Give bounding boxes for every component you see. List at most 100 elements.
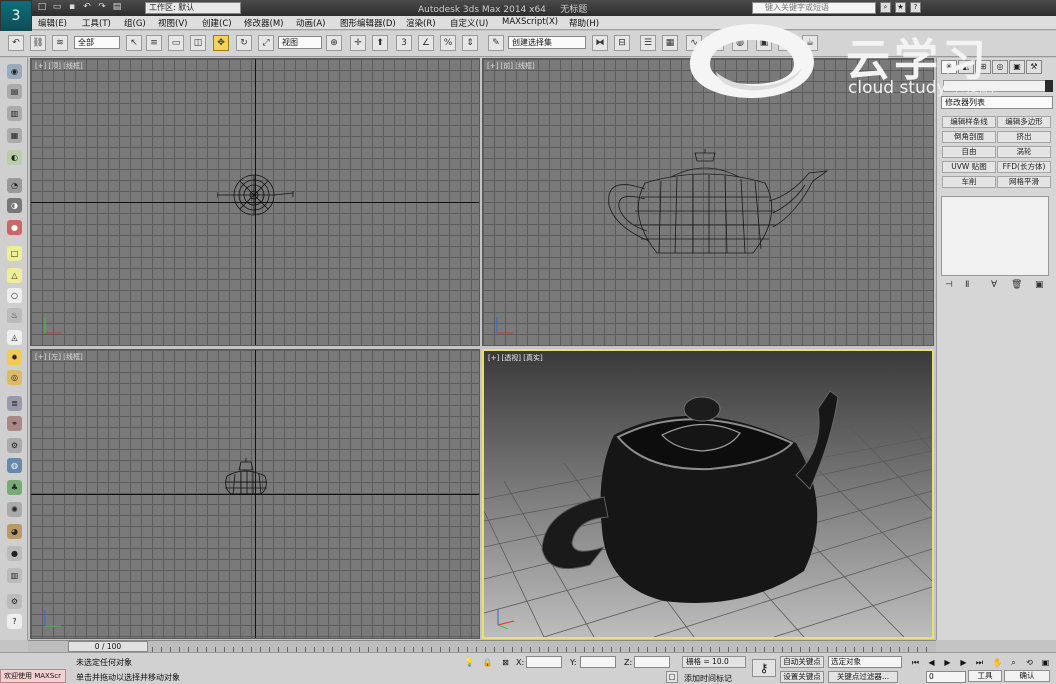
menu-views[interactable]: 视图(V) (158, 17, 187, 29)
select-manipulate-icon[interactable]: ✛ (350, 35, 366, 51)
key-filters-button[interactable]: 关键点过滤器... (828, 671, 898, 683)
abs-mode-icon[interactable]: ⊠ (500, 657, 511, 668)
mod-edit-spline-button[interactable]: 编辑样条线 (942, 116, 996, 128)
time-slider[interactable]: 0 / 100 (68, 641, 148, 652)
redo-icon[interactable]: ↷ (96, 2, 108, 13)
y-coord-field[interactable] (580, 656, 616, 668)
menu-animation[interactable]: 动画(A) (296, 17, 325, 29)
camera-icon[interactable]: ◐ (7, 150, 22, 165)
time-tag-icon[interactable]: ▢ (666, 671, 678, 683)
select-rotate-icon[interactable]: ↻ (236, 35, 252, 51)
play-icon[interactable]: ▶ (942, 657, 953, 668)
z-coord-field[interactable] (634, 656, 670, 668)
world-icon[interactable]: ◍ (7, 458, 22, 473)
help-circle-icon[interactable]: ? (7, 614, 22, 629)
project-folder-icon[interactable]: ▤ (111, 2, 123, 13)
globe-icon[interactable]: ◔ (7, 178, 22, 193)
new-file-icon[interactable]: □ (36, 2, 48, 13)
mod-lathe-button[interactable]: 车削 (942, 176, 996, 188)
snaps-toggle-icon[interactable]: 3 (396, 35, 412, 51)
set-key-button[interactable]: 设置关键点 (780, 671, 824, 683)
undo-button[interactable]: ↶ (8, 35, 24, 51)
undo-icon[interactable]: ↶ (81, 2, 93, 13)
sphere-icon[interactable]: ○ (7, 288, 22, 303)
mod-edit-poly-button[interactable]: 编辑多边形 (997, 116, 1051, 128)
maxscript-listener[interactable]: 欢迎使用 MAXScr (0, 669, 66, 683)
teapot-top-wireframe[interactable] (217, 169, 297, 229)
teapot-icon[interactable]: ♨ (7, 308, 22, 323)
doc-icon[interactable]: ▥ (7, 106, 22, 121)
pin-stack-icon[interactable]: ⊣ (945, 280, 953, 290)
window-crossing-icon[interactable]: ◫ (190, 35, 206, 51)
mod-uvw-map-button[interactable]: UVW 贴图 (942, 161, 996, 173)
light-icon[interactable]: ✹ (7, 350, 22, 365)
show-end-result-icon[interactable]: Ⅱ (965, 280, 969, 290)
object-color-swatch[interactable] (1045, 80, 1053, 92)
ref-coord-select[interactable]: 视图 (278, 36, 322, 49)
link-icon[interactable]: ⛓ (30, 35, 46, 51)
select-move-icon[interactable]: ✥ (213, 35, 229, 51)
remove-modifier-icon[interactable]: 🗑 (1011, 280, 1022, 290)
menu-maxscript[interactable]: MAXScript(X) (502, 17, 558, 27)
next-frame-icon[interactable]: ▶ (958, 657, 969, 668)
prev-frame-icon[interactable]: ◀ (926, 657, 937, 668)
key-icon[interactable]: ⚷ (752, 659, 776, 677)
viewport-front[interactable]: [+] [前] [线框] (482, 58, 934, 346)
confirm-button[interactable]: 确认 (1004, 670, 1050, 682)
select-object-icon[interactable]: ↖ (126, 35, 142, 51)
isolate-icon[interactable]: 💡 (464, 657, 475, 668)
orbit-icon[interactable]: ⟲ (1024, 657, 1035, 668)
reactor-icon[interactable]: ⚙ (7, 438, 22, 453)
keyboard-shortcut-icon[interactable]: ⬆ (372, 35, 388, 51)
mod-turbo-button[interactable]: 涡轮 (997, 146, 1051, 158)
mod-extrude-button[interactable]: 挤出 (997, 131, 1051, 143)
layer-manager-icon[interactable]: ☰ (640, 35, 656, 51)
app-menu-button[interactable]: 3 (0, 0, 32, 34)
teapot-left-wireframe[interactable] (221, 456, 271, 498)
menu-tools[interactable]: 工具(T) (82, 17, 111, 29)
x-coord-field[interactable] (526, 656, 562, 668)
save-icon[interactable]: ▪ (66, 2, 78, 13)
key-mode-select[interactable]: 选定对象 (828, 656, 902, 668)
auto-key-button[interactable]: 自动关键点 (780, 656, 824, 668)
bind-space-warp-icon[interactable]: ≋ (52, 35, 68, 51)
link-object-icon[interactable]: ⚭ (7, 416, 22, 431)
menu-rendering[interactable]: 渲染(R) (406, 17, 436, 29)
menu-graph-editors[interactable]: 图形编辑器(D) (340, 17, 396, 29)
menu-group[interactable]: 组(G) (124, 17, 146, 29)
configure-sets-icon[interactable]: ▣ (1035, 280, 1044, 290)
tools-button[interactable]: 工具 (968, 670, 1002, 682)
maximize-viewport-icon[interactable]: ▣ (1040, 657, 1051, 668)
menu-customize[interactable]: 自定义(U) (450, 17, 488, 29)
star-icon[interactable]: ★ (895, 2, 906, 13)
mod-meshsmooth-button[interactable]: 网格平滑 (997, 176, 1051, 188)
teapot-front-wireframe[interactable] (605, 145, 835, 259)
menu-help[interactable]: 帮助(H) (569, 17, 599, 29)
viewport-perspective[interactable]: [+] [透视] [真实] (482, 349, 934, 639)
selection-filter[interactable]: 全部 (74, 36, 120, 49)
viewport-label-top[interactable]: [+] [顶] [线框] (35, 61, 83, 71)
viewport-top[interactable]: [+] [顶] [线框] (30, 58, 480, 346)
select-scale-icon[interactable]: ⤢ (258, 35, 274, 51)
lock-selection-icon[interactable]: 🔒 (482, 657, 493, 668)
mod-ffd-box-button[interactable]: FFD(长方体) (997, 161, 1051, 173)
settings-icon[interactable]: ⚙ (7, 594, 22, 609)
binoculars-icon[interactable]: ⌕ (880, 2, 891, 13)
environment-icon[interactable]: ◕ (7, 524, 22, 539)
goto-start-icon[interactable]: ⏮ (910, 657, 921, 668)
select-by-name-icon[interactable]: ≡ (146, 35, 162, 51)
search-input[interactable]: 键入关键字或短语 (752, 2, 876, 14)
menu-edit[interactable]: 编辑(E) (38, 17, 67, 29)
tree-icon[interactable]: ♣ (7, 480, 22, 495)
viewport-label-left[interactable]: [+] [左] [线框] (35, 352, 83, 362)
viewport-label-persp[interactable]: [+] [透视] [真实] (488, 353, 543, 363)
utility-sphere-icon[interactable]: ● (7, 546, 22, 561)
time-slider-track[interactable]: 0 / 100 (28, 640, 936, 652)
pan-icon[interactable]: ✋ (992, 657, 1003, 668)
stats-icon[interactable]: ▥ (7, 568, 22, 583)
goto-end-icon[interactable]: ⏭ (974, 657, 985, 668)
sphere-dark-icon[interactable]: ◑ (7, 198, 22, 213)
open-file-icon[interactable]: ▭ (51, 2, 63, 13)
cone-icon[interactable]: △ (7, 268, 22, 283)
mirror-icon[interactable]: ⧓ (592, 35, 608, 51)
